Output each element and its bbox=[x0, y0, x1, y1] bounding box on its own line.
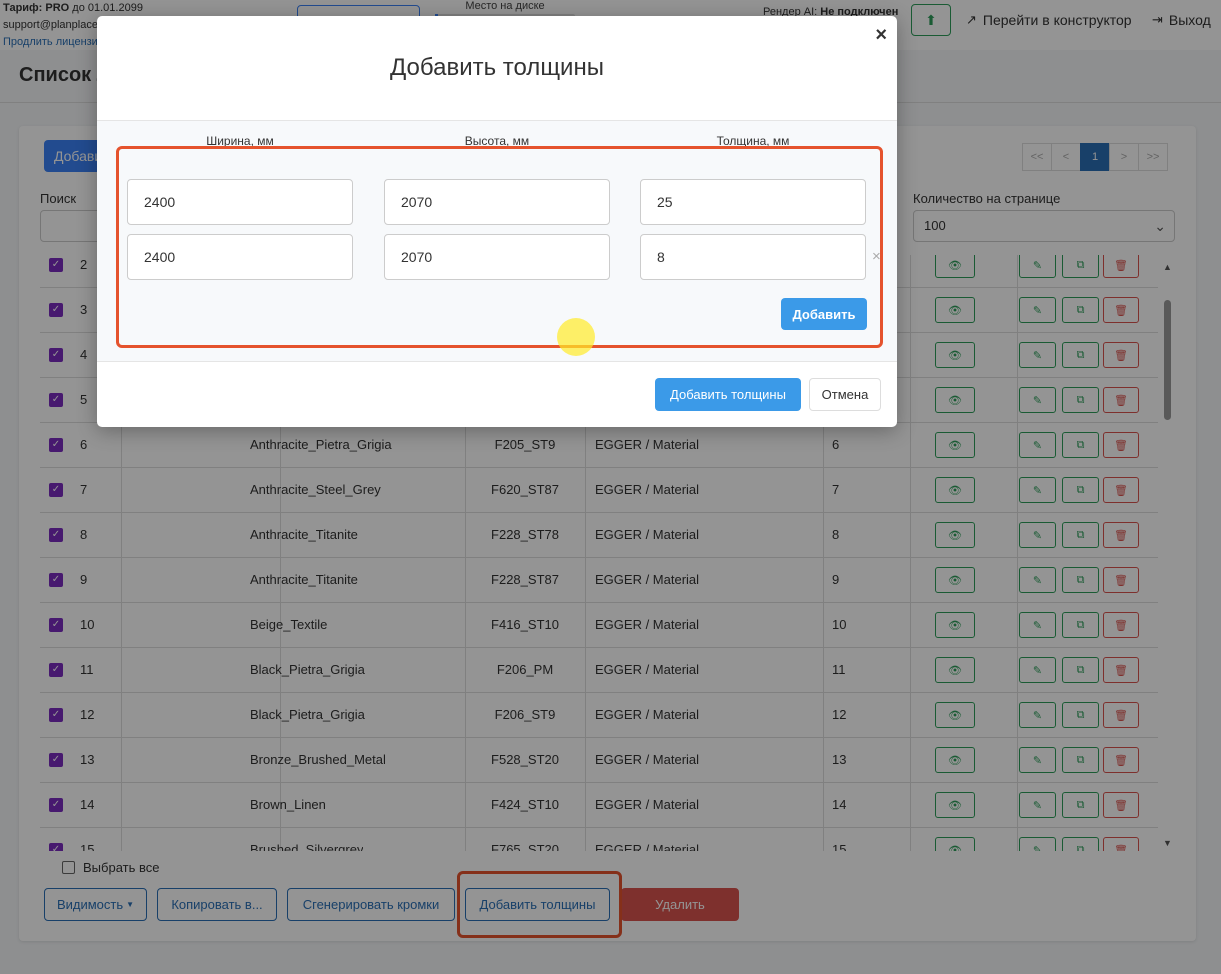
cursor-highlight bbox=[557, 318, 595, 356]
highlight-frame-modal bbox=[116, 146, 883, 348]
cancel-button[interactable]: Отмена bbox=[809, 378, 881, 411]
modal-title: Добавить толщины bbox=[390, 54, 604, 81]
submit-add-thickness-button[interactable]: Добавить толщины bbox=[655, 378, 801, 411]
close-icon[interactable]: × bbox=[875, 24, 887, 47]
modal-footer-divider bbox=[97, 361, 897, 362]
